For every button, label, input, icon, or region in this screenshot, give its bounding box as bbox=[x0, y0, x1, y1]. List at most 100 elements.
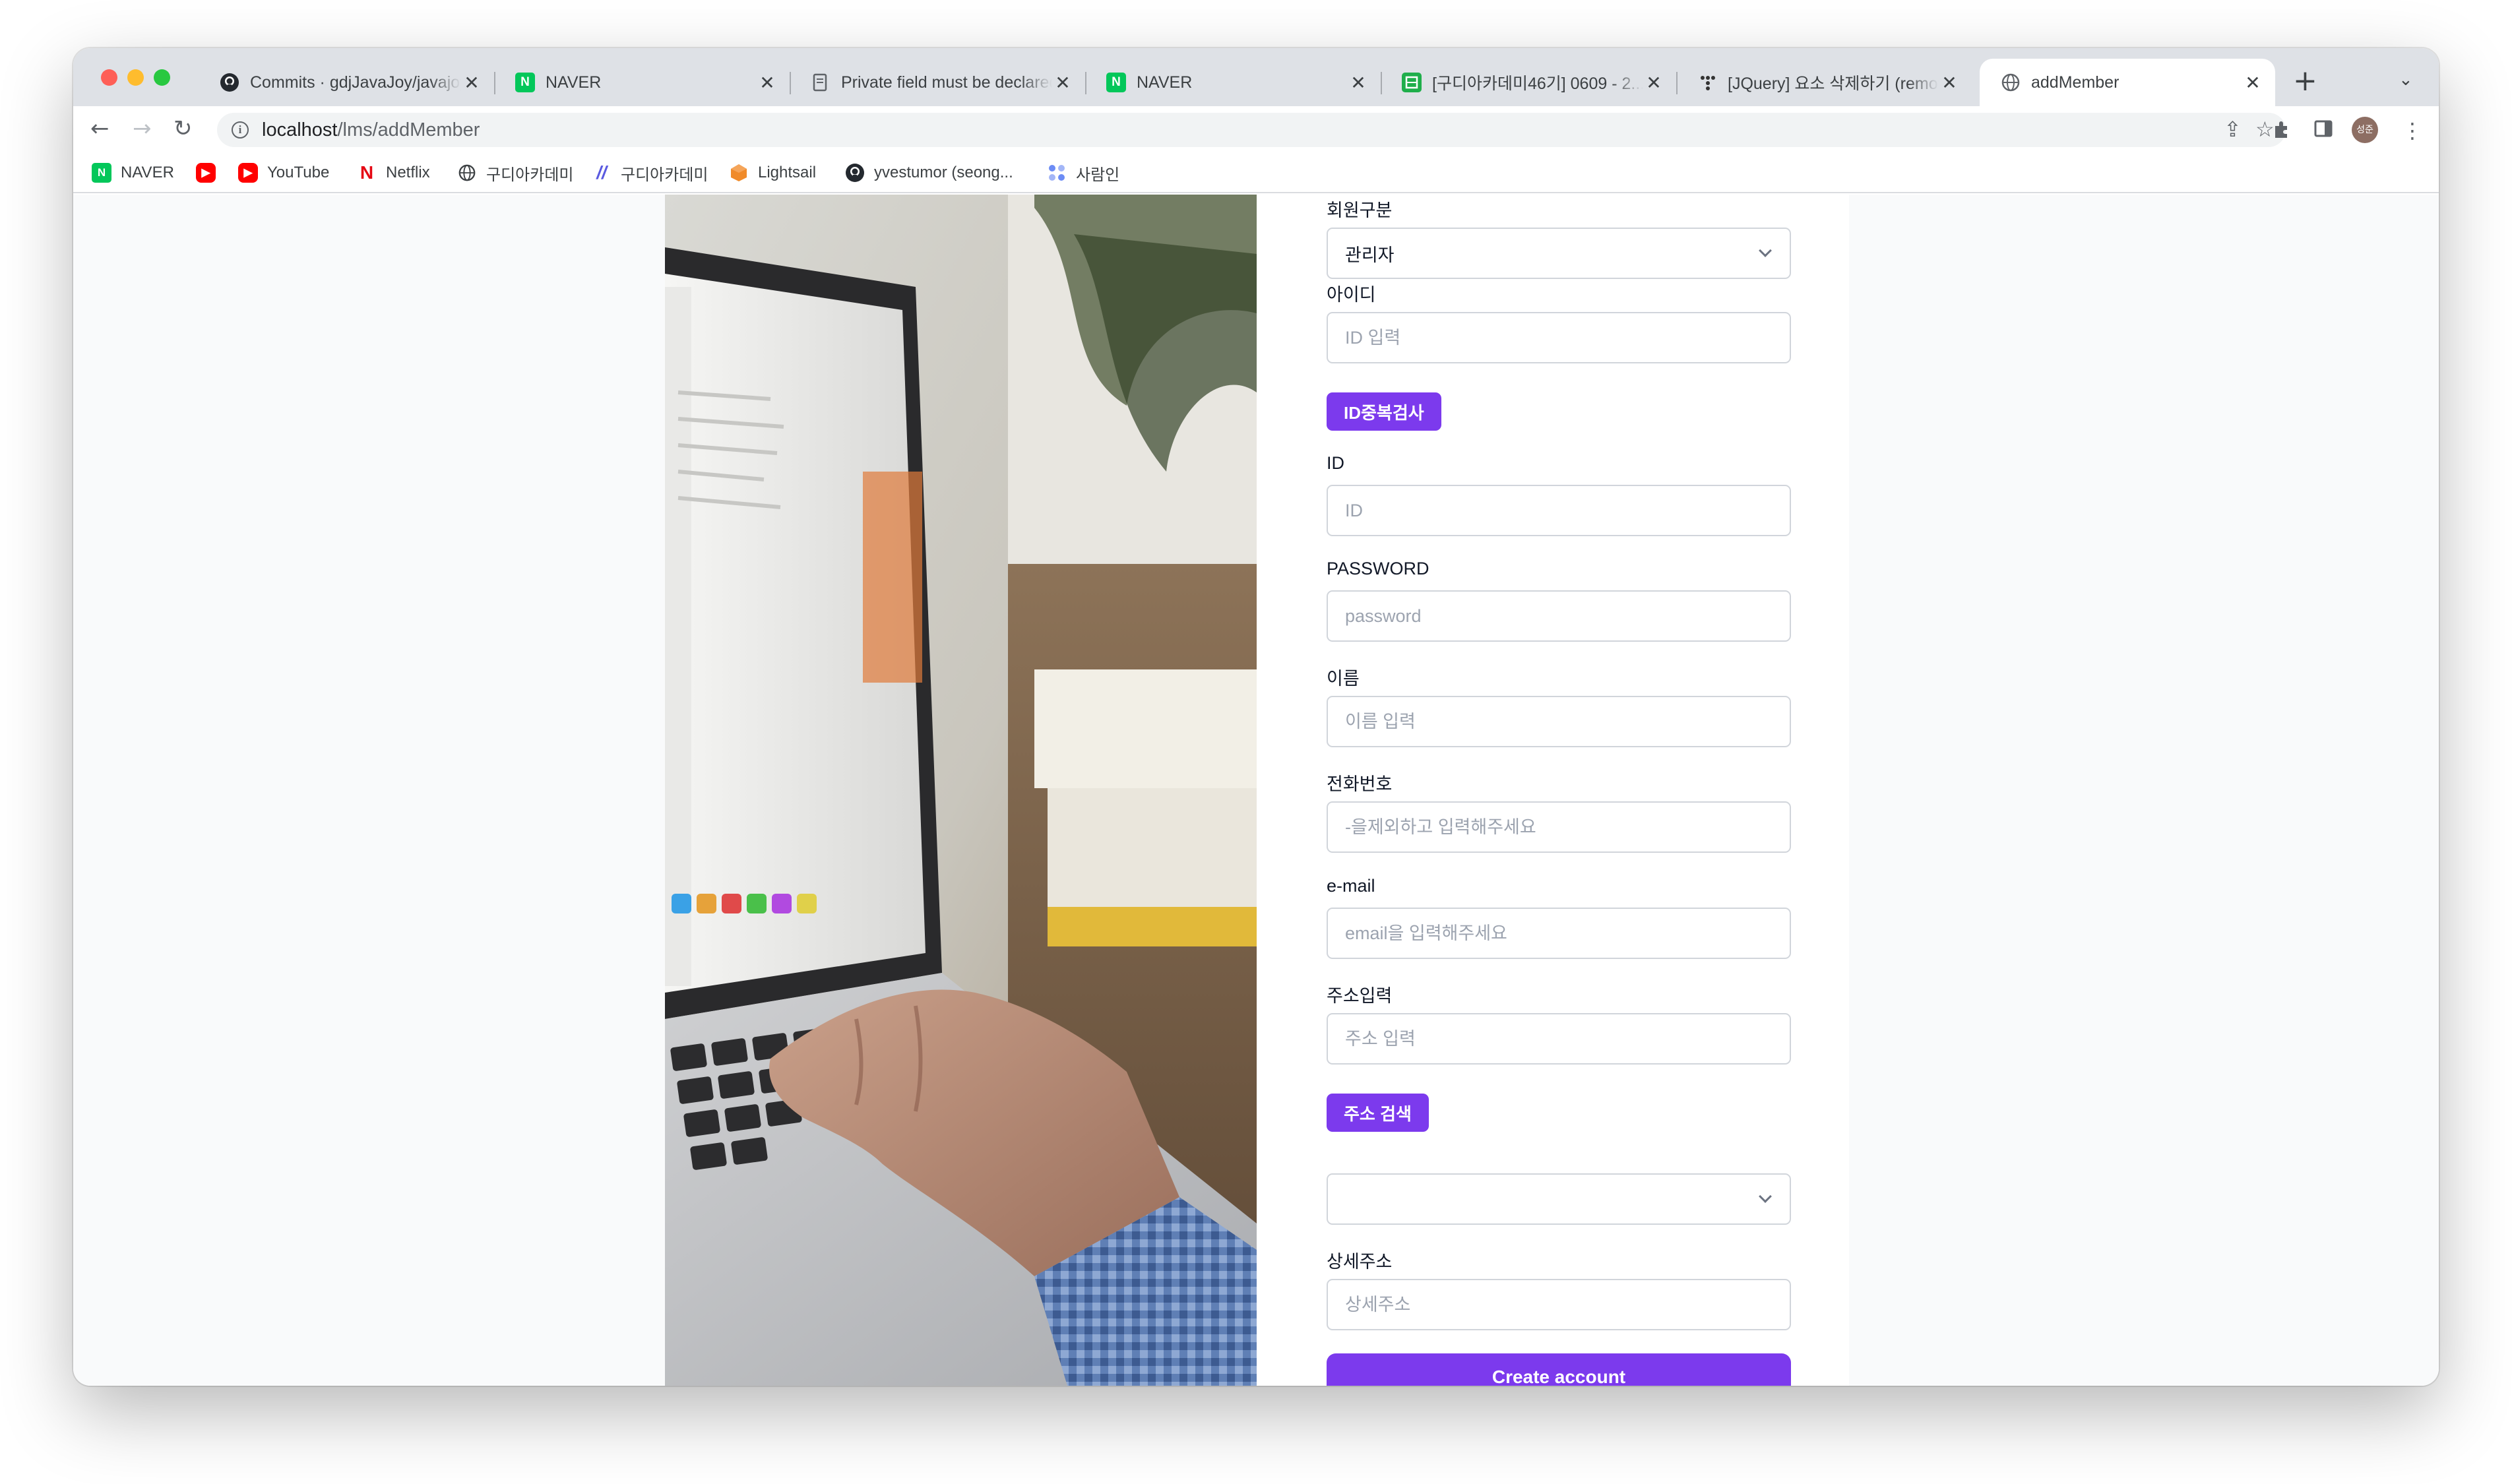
side-panel-icon[interactable] bbox=[2313, 118, 2334, 144]
id-check-input[interactable] bbox=[1327, 312, 1791, 363]
tab-divider bbox=[1676, 72, 1678, 94]
tab-divider bbox=[1085, 72, 1086, 94]
sheet-icon bbox=[1402, 73, 1422, 92]
youtube-icon: ▶ bbox=[238, 163, 258, 183]
tab-list-chevron-icon[interactable]: ⌄ bbox=[2399, 70, 2413, 90]
page-viewport: 회원구분 관리자 아이디 ID중복검사 ID PASSWORD 이름 전화번호 … bbox=[73, 195, 2439, 1386]
bookmark-naver[interactable]: N NAVER bbox=[92, 162, 174, 184]
tab-title: [구디아카데미46기] 0609 - 2... bbox=[1432, 75, 1643, 93]
naver-icon: N bbox=[1106, 73, 1126, 92]
github-icon bbox=[220, 73, 239, 92]
email-label: e-mail bbox=[1327, 876, 1375, 896]
address-input[interactable] bbox=[1327, 1013, 1791, 1065]
close-tab-icon[interactable]: ✕ bbox=[757, 72, 778, 94]
close-tab-icon[interactable]: ✕ bbox=[1939, 72, 1960, 94]
bookmark-netflix[interactable]: N Netflix bbox=[357, 162, 430, 184]
reload-button[interactable]: ↻ bbox=[173, 115, 193, 142]
address-search-button[interactable]: 주소 검색 bbox=[1327, 1094, 1429, 1132]
bookmark-youtube[interactable]: ▶ YouTube bbox=[238, 162, 329, 184]
bookmarks-bar: N NAVER ▶ ▶ YouTube N Netflix 구디아카데미 // … bbox=[73, 152, 2439, 193]
forward-button[interactable]: → bbox=[133, 115, 152, 142]
bookmark-youtube-icon-only[interactable]: ▶ bbox=[196, 162, 225, 184]
minimize-window-button[interactable] bbox=[127, 69, 144, 86]
phone-input[interactable] bbox=[1327, 801, 1791, 853]
email-input[interactable] bbox=[1327, 908, 1791, 959]
id-duplicate-check-button[interactable]: ID중복검사 bbox=[1327, 392, 1441, 431]
bookmark-label: yvestumor (seong... bbox=[874, 164, 1013, 181]
password-input[interactable] bbox=[1327, 590, 1791, 642]
url-host: localhost bbox=[262, 119, 338, 140]
id-input[interactable] bbox=[1327, 485, 1791, 536]
netflix-icon: N bbox=[360, 162, 374, 183]
tab-strip: Commits · gdjJavaJoy/javajoy ✕ N NAVER ✕… bbox=[73, 48, 2439, 106]
new-tab-button[interactable]: + bbox=[2293, 67, 2317, 96]
dots-icon bbox=[1697, 73, 1717, 92]
id-check-label: 아이디 bbox=[1327, 285, 1376, 305]
naver-icon: N bbox=[92, 163, 111, 183]
bookmark-label: 사람인 bbox=[1076, 166, 1120, 184]
tab-addmember[interactable]: addMember ✕ bbox=[1980, 59, 2275, 106]
member-type-value: 관리자 bbox=[1345, 245, 1395, 265]
tab-title: Commits · gdjJavaJoy/javajoy bbox=[250, 73, 461, 92]
close-tab-icon[interactable]: ✕ bbox=[1052, 72, 1073, 94]
detail-address-input[interactable] bbox=[1327, 1279, 1791, 1330]
bookmark-goodee-1[interactable]: 구디아카데미 bbox=[457, 162, 573, 184]
laptop-typing-photo bbox=[665, 195, 1257, 1386]
tab-title: NAVER bbox=[1137, 73, 1193, 92]
url-text[interactable]: localhost/lms/addMember bbox=[262, 119, 480, 141]
tab-jquery[interactable]: [JQuery] 요소 삭제하기 (remove ✕ bbox=[1676, 59, 1972, 106]
name-label: 이름 bbox=[1327, 669, 1360, 689]
menu-kebab-icon[interactable]: ⋮ bbox=[2402, 118, 2423, 143]
tab-naver-1[interactable]: N NAVER ✕ bbox=[494, 59, 790, 106]
address-label: 주소입력 bbox=[1327, 986, 1393, 1006]
bookmark-saramin[interactable]: 사람인 bbox=[1047, 162, 1119, 184]
close-tab-icon[interactable]: ✕ bbox=[461, 72, 482, 94]
address-result-select[interactable] bbox=[1327, 1173, 1791, 1225]
youtube-icon: ▶ bbox=[196, 163, 216, 183]
bookmark-label: 구디아카데미 bbox=[486, 166, 574, 184]
tab-divider bbox=[790, 72, 791, 94]
extensions-icon[interactable] bbox=[2271, 118, 2292, 144]
slash-icon: // bbox=[596, 162, 607, 183]
tab-title: addMember bbox=[2031, 73, 2120, 92]
bookmark-label: 구디아카데미 bbox=[621, 166, 708, 184]
tab-naver-2[interactable]: N NAVER ✕ bbox=[1085, 59, 1381, 106]
id-label: ID bbox=[1327, 453, 1344, 473]
naver-icon: N bbox=[515, 73, 535, 92]
globe-icon bbox=[457, 163, 477, 183]
member-type-label: 회원구분 bbox=[1327, 201, 1393, 220]
globe-icon bbox=[2001, 73, 2021, 92]
name-input[interactable] bbox=[1327, 696, 1791, 747]
address-bar[interactable]: i localhost/lms/addMember ⇪ ☆ bbox=[217, 113, 2286, 147]
close-tab-icon[interactable]: ✕ bbox=[1348, 72, 1369, 94]
profile-avatar[interactable]: 성준 bbox=[2352, 117, 2378, 143]
close-tab-icon[interactable]: ✕ bbox=[1643, 72, 1664, 94]
saramin-icon bbox=[1047, 163, 1067, 183]
browser-window: Commits · gdjJavaJoy/javajoy ✕ N NAVER ✕… bbox=[73, 48, 2439, 1386]
back-button[interactable]: ← bbox=[90, 115, 110, 142]
bookmark-label: Netflix bbox=[386, 164, 430, 181]
signup-card: 회원구분 관리자 아이디 ID중복검사 ID PASSWORD 이름 전화번호 … bbox=[665, 195, 1849, 1386]
browser-toolbar: ← → ↻ i localhost/lms/addMember ⇪ ☆ 성준 ⋮ bbox=[73, 106, 2439, 152]
tab-commits[interactable]: Commits · gdjJavaJoy/javajoy ✕ bbox=[199, 59, 494, 106]
page-icon bbox=[811, 73, 831, 92]
tab-title: Private field must be declared bbox=[841, 73, 1052, 92]
bookmark-goodee-2[interactable]: // 구디아카데미 bbox=[592, 162, 708, 184]
create-account-button[interactable]: Create account bbox=[1327, 1353, 1791, 1386]
bookmark-github[interactable]: yvestumor (seong... bbox=[845, 162, 1013, 184]
tab-private-field[interactable]: Private field must be declared ✕ bbox=[790, 59, 1085, 106]
detail-address-label: 상세주소 bbox=[1327, 1252, 1393, 1272]
phone-label: 전화번호 bbox=[1327, 774, 1393, 794]
close-window-button[interactable] bbox=[101, 69, 117, 86]
bookmark-lightsail[interactable]: Lightsail bbox=[729, 162, 816, 184]
tab-goodee-sheet[interactable]: [구디아카데미46기] 0609 - 2... ✕ bbox=[1381, 59, 1676, 106]
chevron-down-icon bbox=[1759, 244, 1772, 257]
bookmark-label: YouTube bbox=[267, 164, 330, 181]
zoom-window-button[interactable] bbox=[154, 69, 170, 86]
member-type-select[interactable]: 관리자 bbox=[1327, 228, 1791, 279]
close-tab-icon[interactable]: ✕ bbox=[2242, 72, 2263, 94]
lightsail-icon bbox=[729, 163, 749, 183]
bookmark-label: Lightsail bbox=[758, 164, 817, 181]
share-icon[interactable]: ⇪ bbox=[2224, 117, 2242, 142]
site-info-icon[interactable]: i bbox=[232, 121, 249, 139]
